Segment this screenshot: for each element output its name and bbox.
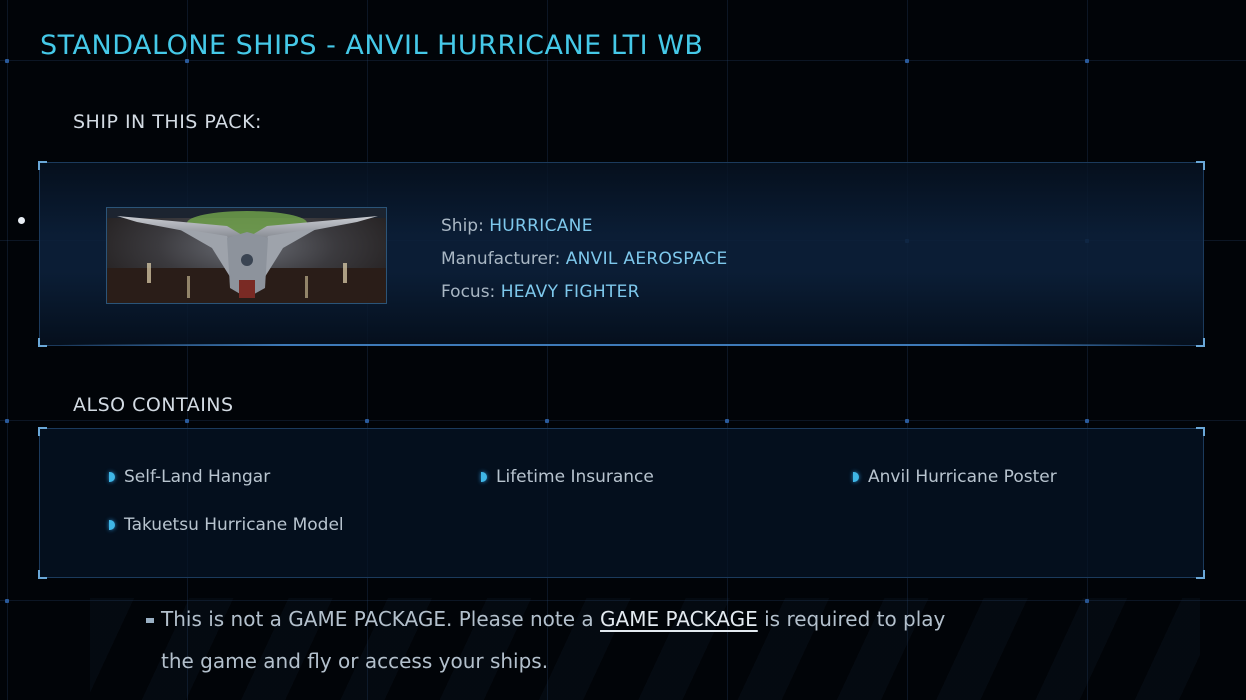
grid-dot (365, 419, 369, 423)
grid-dot (905, 59, 909, 63)
page-title: STANDALONE SHIPS - ANVIL HURRICANE LTI W… (40, 30, 704, 61)
ship-info: Ship: HURRICANE Manufacturer: ANVIL AERO… (441, 210, 728, 309)
focus-label: Focus: (441, 282, 496, 302)
page: STANDALONE SHIPS - ANVIL HURRICANE LTI W… (0, 0, 1246, 700)
list-item: Takuetsu Hurricane Model (109, 515, 344, 535)
ship-thumbnail (106, 207, 387, 304)
also-contains-panel: Self-Land Hangar Lifetime Insurance Anvi… (38, 427, 1205, 579)
notice-text-before: This is not a GAME PACKAGE. Please note … (161, 607, 594, 631)
list-item: Anvil Hurricane Poster (853, 467, 1057, 487)
corner-bracket (38, 570, 47, 579)
corner-bracket (1196, 570, 1205, 579)
bullet-icon (481, 472, 487, 482)
notice-text-after: is required to play (764, 607, 946, 631)
notice-line-1: This is not a GAME PACKAGE. Please note … (161, 607, 945, 631)
notice-bullet-icon (146, 618, 154, 623)
list-item-label: Takuetsu Hurricane Model (124, 515, 344, 535)
grid-dot (1085, 419, 1089, 423)
grid-dot (1085, 59, 1089, 63)
panel-glow-line (60, 344, 1183, 346)
game-package-link[interactable]: GAME PACKAGE (600, 607, 758, 631)
focus-row: Focus: HEAVY FIGHTER (441, 276, 728, 309)
grid-dot (725, 419, 729, 423)
manufacturer-value: ANVIL AEROSPACE (565, 249, 728, 269)
corner-bracket (38, 427, 47, 436)
list-item-label: Lifetime Insurance (496, 467, 654, 487)
corner-bracket (38, 338, 47, 347)
corner-bracket (1196, 338, 1205, 347)
ship-label: Ship: (441, 216, 484, 236)
focus-value: HEAVY FIGHTER (500, 282, 640, 302)
manufacturer-label: Manufacturer: (441, 249, 561, 269)
manufacturer-row: Manufacturer: ANVIL AEROSPACE (441, 243, 728, 276)
bullet-icon (109, 520, 115, 530)
grid-dot (5, 419, 9, 423)
ship-value: HURRICANE (489, 216, 593, 236)
list-item-label: Self-Land Hangar (124, 467, 271, 487)
corner-bracket (1196, 427, 1205, 436)
also-contains-heading: ALSO CONTAINS (73, 394, 234, 416)
list-item: Lifetime Insurance (481, 467, 654, 487)
ship-panel: Ship: HURRICANE Manufacturer: ANVIL AERO… (38, 161, 1205, 347)
grid-dot (185, 419, 189, 423)
list-item: Self-Land Hangar (109, 467, 270, 487)
list-item-label: Anvil Hurricane Poster (868, 467, 1057, 487)
corner-bracket (38, 161, 47, 170)
grid-dot (905, 419, 909, 423)
ship-image-icon (107, 208, 386, 303)
ship-name-row: Ship: HURRICANE (441, 210, 728, 243)
bullet-icon (109, 472, 115, 482)
scroll-indicator-dot[interactable] (18, 217, 25, 224)
bullet-icon (853, 472, 859, 482)
notice-line-2: the game and fly or access your ships. (161, 649, 549, 673)
ship-section-heading: SHIP IN THIS PACK: (73, 111, 262, 133)
grid-dot (5, 59, 9, 63)
corner-bracket (1196, 161, 1205, 170)
grid-dot (545, 419, 549, 423)
grid-dot (5, 599, 9, 603)
